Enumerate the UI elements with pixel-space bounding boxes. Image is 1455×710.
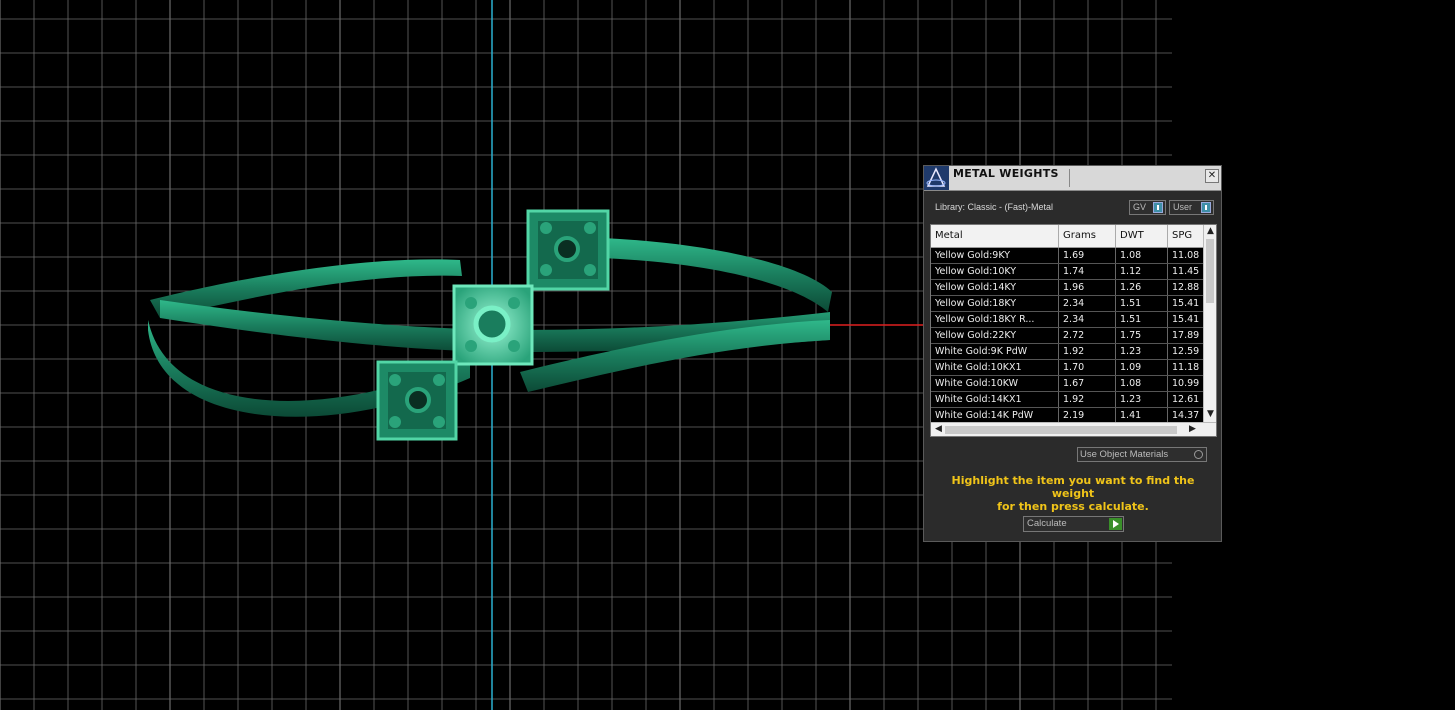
cell-grams: 1.69 — [1059, 248, 1116, 263]
cell-spg: 11.45 — [1168, 264, 1208, 279]
cell-spg: 12.59 — [1168, 344, 1208, 359]
close-button[interactable]: ✕ — [1205, 169, 1219, 183]
cell-grams: 1.96 — [1059, 280, 1116, 295]
cell-grams: 2.34 — [1059, 312, 1116, 327]
instruction-text: Highlight the item you want to find the … — [938, 474, 1208, 513]
cell-spg: 12.61 — [1168, 392, 1208, 407]
cell-metal: Yellow Gold:9KY — [931, 248, 1059, 263]
close-icon: ✕ — [1207, 170, 1217, 181]
scroll-up-icon[interactable]: ▲ — [1204, 226, 1216, 236]
cell-grams: 1.92 — [1059, 392, 1116, 407]
cell-metal: Yellow Gold:22KY — [931, 328, 1059, 343]
horizontal-scrollbar[interactable]: ◀ ▶ — [931, 422, 1216, 436]
instruction-line: for then press calculate. — [997, 500, 1149, 513]
cell-metal: Yellow Gold:10KY — [931, 264, 1059, 279]
toggle-indicator-icon — [1201, 202, 1211, 213]
cell-metal: Yellow Gold:18KY — [931, 296, 1059, 311]
cell-grams: 1.92 — [1059, 344, 1116, 359]
horizontal-scroll-thumb[interactable] — [945, 426, 1177, 434]
cell-grams: 1.74 — [1059, 264, 1116, 279]
table-row[interactable]: White Gold:10KW 1.67 1.08 10.99 — [931, 376, 1208, 392]
calculate-label: Calculate — [1027, 518, 1067, 529]
panel-title: METAL WEIGHTS — [953, 167, 1059, 180]
user-toggle[interactable]: User — [1169, 200, 1214, 215]
cell-dwt: 1.23 — [1116, 344, 1168, 359]
column-header-grams[interactable]: Grams — [1059, 225, 1116, 247]
cell-dwt: 1.09 — [1116, 360, 1168, 375]
cell-spg: 12.88 — [1168, 280, 1208, 295]
scroll-right-icon[interactable]: ▶ — [1186, 424, 1199, 434]
cell-dwt: 1.08 — [1116, 248, 1168, 263]
title-divider — [1069, 169, 1070, 187]
vertical-scroll-thumb[interactable] — [1206, 239, 1214, 303]
user-toggle-label: User — [1173, 202, 1193, 212]
cell-grams: 1.70 — [1059, 360, 1116, 375]
panel-titlebar[interactable]: METAL WEIGHTS ✕ — [924, 166, 1221, 191]
column-header-spg[interactable]: SPG — [1168, 225, 1208, 247]
cell-spg: 17.89 — [1168, 328, 1208, 343]
column-header-dwt[interactable]: DWT — [1116, 225, 1168, 247]
cell-dwt: 1.41 — [1116, 408, 1168, 423]
scroll-down-icon[interactable]: ▼ — [1204, 409, 1216, 419]
cell-dwt: 1.23 — [1116, 392, 1168, 407]
toggle-indicator-icon — [1153, 202, 1163, 213]
cell-dwt: 1.12 — [1116, 264, 1168, 279]
3d-viewport[interactable] — [0, 0, 1455, 710]
cell-metal: Yellow Gold:14KY — [931, 280, 1059, 295]
cell-grams: 2.72 — [1059, 328, 1116, 343]
stone-setting-center[interactable] — [452, 284, 534, 366]
cell-dwt: 1.26 — [1116, 280, 1168, 295]
cell-metal: Yellow Gold:18KY R... — [931, 312, 1059, 327]
ring-model[interactable] — [148, 209, 832, 441]
table-row[interactable]: White Gold:14KX1 1.92 1.23 12.61 — [931, 392, 1208, 408]
cell-metal: White Gold:14K PdW — [931, 408, 1059, 423]
cell-spg: 11.18 — [1168, 360, 1208, 375]
cell-dwt: 1.51 — [1116, 296, 1168, 311]
stone-setting-top[interactable] — [526, 209, 610, 291]
cell-spg: 15.41 — [1168, 312, 1208, 327]
cell-metal: White Gold:10KX1 — [931, 360, 1059, 375]
cell-metal: White Gold:14KX1 — [931, 392, 1059, 407]
table-row[interactable]: Yellow Gold:10KY 1.74 1.12 11.45 — [931, 264, 1208, 280]
instruction-line: Highlight the item you want to find the … — [951, 474, 1195, 500]
table-header: Metal Grams DWT SPG — [931, 225, 1208, 248]
metal-weights-panel: METAL WEIGHTS ✕ Library: Classic - (Fast… — [923, 165, 1222, 542]
cell-grams: 1.67 — [1059, 376, 1116, 391]
calculate-button[interactable]: Calculate — [1023, 516, 1124, 532]
scroll-left-icon[interactable]: ◀ — [932, 424, 945, 434]
vertical-scrollbar[interactable]: ▲ ▼ — [1203, 225, 1216, 422]
cell-spg: 14.37 — [1168, 408, 1208, 423]
table-row[interactable]: Yellow Gold:18KY R... 2.34 1.51 15.41 — [931, 312, 1208, 328]
cell-dwt: 1.51 — [1116, 312, 1168, 327]
table-row[interactable]: Yellow Gold:14KY 1.96 1.26 12.88 — [931, 280, 1208, 296]
stone-setting-bottom[interactable] — [376, 360, 458, 441]
viewport-canvas[interactable] — [0, 0, 1455, 710]
table-body: Yellow Gold:9KY 1.69 1.08 11.08 Yellow G… — [931, 248, 1208, 424]
cell-spg: 11.08 — [1168, 248, 1208, 263]
gv-toggle-label: GV — [1133, 202, 1147, 212]
table-row[interactable]: Yellow Gold:18KY 2.34 1.51 15.41 — [931, 296, 1208, 312]
cell-dwt: 1.75 — [1116, 328, 1168, 343]
play-arrow-icon — [1109, 518, 1122, 530]
use-object-materials-label: Use Object Materials — [1080, 449, 1169, 460]
cell-grams: 2.19 — [1059, 408, 1116, 423]
table-row[interactable]: White Gold:10KX1 1.70 1.09 11.18 — [931, 360, 1208, 376]
radio-icon — [1194, 450, 1203, 459]
library-label: Library: Classic - (Fast)-Metal — [935, 202, 1054, 212]
cell-metal: White Gold:10KW — [931, 376, 1059, 391]
table-row[interactable]: Yellow Gold:9KY 1.69 1.08 11.08 — [931, 248, 1208, 264]
column-header-metal[interactable]: Metal — [931, 225, 1059, 247]
cell-dwt: 1.08 — [1116, 376, 1168, 391]
table-row[interactable]: White Gold:9K PdW 1.92 1.23 12.59 — [931, 344, 1208, 360]
app-logo-icon — [924, 166, 949, 190]
use-object-materials-toggle[interactable]: Use Object Materials — [1077, 447, 1207, 462]
cell-grams: 2.34 — [1059, 296, 1116, 311]
table-row[interactable]: Yellow Gold:22KY 2.72 1.75 17.89 — [931, 328, 1208, 344]
cell-metal: White Gold:9K PdW — [931, 344, 1059, 359]
cell-spg: 15.41 — [1168, 296, 1208, 311]
gv-toggle[interactable]: GV — [1129, 200, 1166, 215]
metal-table[interactable]: Metal Grams DWT SPG Yellow Gold:9KY 1.69… — [930, 224, 1217, 437]
cell-spg: 10.99 — [1168, 376, 1208, 391]
